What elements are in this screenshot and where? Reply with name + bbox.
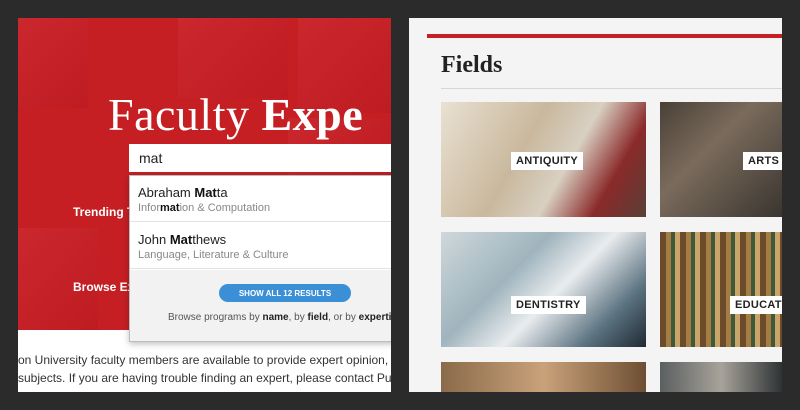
browse-by-expertise-link[interactable]: expertis <box>359 312 391 323</box>
browse-heading: Browse Ex <box>73 280 135 294</box>
field-label: ARTS <box>743 152 782 170</box>
browse-programs-line: Browse programs by name, by field, or by… <box>168 312 391 323</box>
field-tile[interactable] <box>441 362 646 392</box>
field-label: DENTISTRY <box>511 296 586 314</box>
field-tile[interactable] <box>660 362 782 392</box>
accent-bar <box>427 34 782 38</box>
browse-by-field-link[interactable]: field <box>308 312 329 323</box>
browse-by-name-link[interactable]: name <box>262 312 288 323</box>
field-tile-education[interactable]: EDUCATIO <box>660 232 782 347</box>
field-tile-antiquity[interactable]: ANTIQUITY <box>441 102 646 217</box>
divider <box>441 88 782 89</box>
trending-heading: Trending T <box>73 205 135 219</box>
fields-panel: Fields ANTIQUITY ARTS DENTISTRY EDUCATIO <box>409 18 782 392</box>
page-title: Faculty Expe <box>108 89 364 140</box>
autocomplete-footer: SHOW ALL 12 RESULTS Browse programs by n… <box>130 270 391 341</box>
field-tile-arts[interactable]: ARTS <box>660 102 782 217</box>
intro-text: on University faculty members are availa… <box>18 353 391 385</box>
autocomplete-dropdown: Abraham Matta Information & Computation … <box>129 175 391 342</box>
search-input[interactable] <box>129 144 391 172</box>
field-label: ANTIQUITY <box>511 152 583 170</box>
autocomplete-result[interactable]: John Matthews Language, Literature & Cul… <box>130 223 391 269</box>
field-tile-dentistry[interactable]: DENTISTRY <box>441 232 646 347</box>
field-label: EDUCATIO <box>730 296 782 314</box>
autocomplete-result[interactable]: Abraham Matta Information & Computation <box>130 176 391 222</box>
section-title: Fields <box>441 52 503 78</box>
faculty-experts-panel: Faculty Expe Trending T Browse Ex Abraha… <box>18 18 391 392</box>
show-all-results-button[interactable]: SHOW ALL 12 RESULTS <box>219 284 351 302</box>
